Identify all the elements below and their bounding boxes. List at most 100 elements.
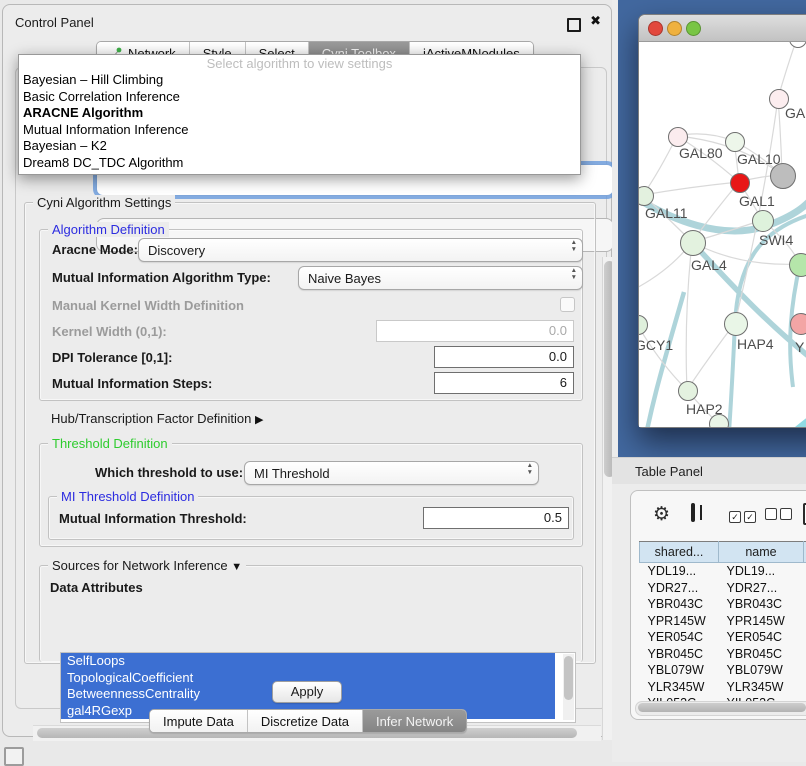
mi-threshold-group: MI Threshold Definition Mutual Informati… [48,496,574,540]
table-cell: YDL19... [640,563,719,580]
attributes-scrollbar[interactable] [563,654,574,720]
sources-group-title[interactable]: Sources for Network Inference ▼ [48,558,246,573]
table-row[interactable]: YDL19...YDL19...13 [640,563,806,580]
dpi-tolerance-field[interactable]: 0.0 [434,346,574,368]
select-all-icon[interactable]: ✓✓ [729,508,759,523]
aracne-mode-label: Aracne Mode: [52,242,138,257]
table-cell: YBR045C [640,646,719,663]
network-canvas[interactable]: GALGAL80GAL10GAL1GAL11SWI4GAL4GCY1HAP4YH… [639,42,806,427]
tab-label: Impute Data [163,714,234,729]
kernel-width-label: Kernel Width (0,1): [52,324,167,339]
mi-threshold-group-title: MI Threshold Definition [57,489,198,504]
close-icon[interactable]: ✖ [590,13,601,29]
dropdown-item[interactable]: ARACNE Algorithm [19,105,580,122]
dropdown-item[interactable]: Basic Correlation Inference [19,89,580,106]
tab-label: Infer Network [376,714,453,729]
float-window-icon[interactable] [567,18,581,32]
table-row[interactable]: YLR345WYLR345W9. [640,679,806,696]
node-table[interactable]: shared...nameA YDL19...YDL19...13YDR27..… [639,541,806,712]
table-cell: YER054C [719,629,804,646]
column-header[interactable]: shared... [640,542,719,563]
node-label: Y [795,339,804,355]
table-row[interactable]: YBR045CYBR045C9. [640,646,806,663]
table-cell: YBL079W [640,662,719,679]
aracne-mode-combo[interactable]: Discovery ▲▼ [138,238,583,262]
dropdown-item[interactable]: Dream8 DC_TDC Algorithm [19,155,580,172]
table-row[interactable]: YBR043CYBR043C [640,596,806,613]
cyni-settings-group-title: Cyni Algorithm Settings [33,195,175,210]
node-label: GAL11 [645,205,688,221]
which-threshold-combo[interactable]: MI Threshold ▲▼ [244,461,539,485]
network-node[interactable] [789,253,806,277]
sources-group: Sources for Network Inference ▼ Data Att… [39,565,583,662]
data-attributes-label: Data Attributes [50,580,143,595]
mac-close-icon[interactable] [648,21,663,36]
network-node[interactable] [730,173,750,193]
attribute-item[interactable]: SelfLoops [61,653,555,670]
table-cell: YDR27... [640,580,719,597]
mac-minimize-icon[interactable] [667,21,682,36]
table-cell: YDR27... [719,580,804,597]
mi-threshold-field[interactable]: 0.5 [423,507,569,529]
column-header[interactable]: name [719,542,804,563]
minimized-panel-icon[interactable] [4,747,24,766]
deselect-all-icon[interactable] [765,508,795,523]
columns-icon[interactable] [691,503,695,522]
network-window-titlebar[interactable] [639,15,806,42]
table-row[interactable]: YBL079WYBL079W [640,662,806,679]
table-panel-title: Table Panel [635,464,703,479]
network-node[interactable] [680,230,706,256]
table-cell: YLR345W [719,679,804,696]
cyni-algorithm-settings-group: Cyni Algorithm Settings Algorithm Defini… [24,202,596,664]
mi-threshold-label: Mutual Information Threshold: [59,511,247,526]
node-label: GAL4 [691,257,727,273]
manual-kernel-checkbox[interactable] [560,297,575,312]
table-cell: YBR045C [719,646,804,663]
table-cell: YPR145W [719,613,804,630]
algorithm-definition-group: Algorithm Definition Aracne Mode: Discov… [39,229,583,401]
table-cell: YBR043C [640,596,719,613]
table-cell: YDL19... [719,563,804,580]
table-cell: YLR345W [640,679,719,696]
network-node[interactable] [668,127,688,147]
dropdown-item[interactable]: Mutual Information Inference [19,122,580,139]
network-node[interactable] [790,313,806,335]
apply-button[interactable]: Apply [272,681,342,703]
algorithm-definition-title: Algorithm Definition [48,222,169,237]
kernel-width-field[interactable]: 0.0 [376,320,574,342]
dropdown-prompt: Select algorithm to view settings [19,55,580,72]
hub-definition-toggle[interactable]: Hub/Transcription Factor Definition ▶ [51,411,263,426]
dropdown-item[interactable]: Bayesian – K2 [19,138,580,155]
mi-steps-field[interactable]: 6 [434,372,574,394]
manual-kernel-label: Manual Kernel Width Definition [52,298,244,313]
right-workspace: GALGAL80GAL10GAL1GAL11SWI4GAL4GCY1HAP4YH… [612,0,806,762]
node-label: GAL1 [739,193,775,209]
node-label: SWI4 [759,232,793,248]
table-row[interactable]: YDR27...YDR27...12 [640,580,806,597]
dpi-tolerance-label: DPI Tolerance [0,1]: [52,350,172,365]
mi-steps-label: Mutual Information Steps: [52,376,212,391]
table-row[interactable]: YPR145WYPR145W9. [640,613,806,630]
table-cell: YBR043C [719,596,804,613]
tab-discretize-data[interactable]: Discretize Data [248,710,363,732]
node-label: HAP4 [737,336,774,352]
tab-infer-network[interactable]: Infer Network [363,710,466,732]
cyni-mode-tabs: Impute Data Discretize Data Infer Network [149,709,467,733]
which-threshold-label: Which threshold to use: [95,465,243,480]
table-row[interactable]: YER054CYER054C8. [640,629,806,646]
threshold-definition-title: Threshold Definition [48,436,172,451]
network-node[interactable] [724,312,748,336]
table-panel-titlebar: Table Panel [612,457,806,484]
network-view-window[interactable]: GALGAL80GAL10GAL1GAL11SWI4GAL4GCY1HAP4YH… [638,14,806,428]
gear-icon[interactable]: ⚙ [653,503,670,526]
network-node[interactable] [725,132,745,152]
network-node[interactable] [752,210,774,232]
network-node[interactable] [678,381,698,401]
tab-label: Discretize Data [261,714,349,729]
tab-impute-data[interactable]: Impute Data [150,710,248,732]
mac-zoom-icon[interactable] [686,21,701,36]
mi-type-combo[interactable]: Naive Bayes ▲▼ [298,266,583,290]
dropdown-item[interactable]: Bayesian – Hill Climbing [19,72,580,89]
combo-spinner-icon: ▲▼ [527,463,533,476]
table-horizontal-scrollbar[interactable] [635,701,806,716]
